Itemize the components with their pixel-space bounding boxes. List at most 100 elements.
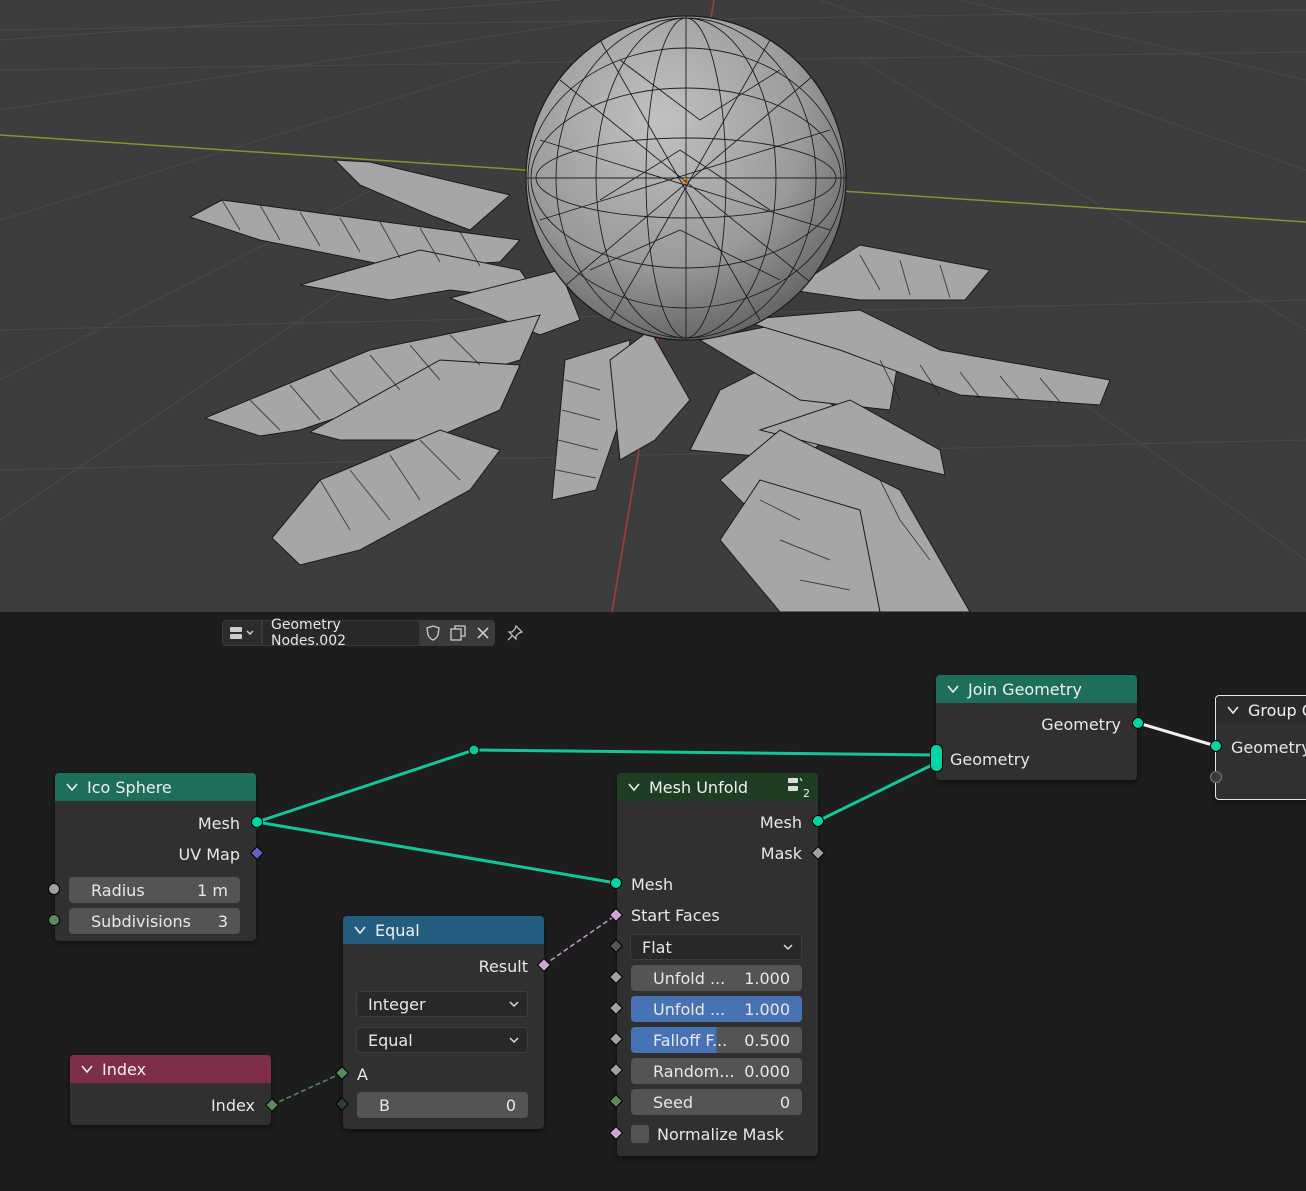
chevron-down-icon[interactable] (65, 780, 79, 794)
equal-result-label: Result (478, 956, 528, 976)
user-count: 2 (803, 787, 810, 800)
link-ico-to-join (256, 748, 937, 824)
radius-input-socket[interactable] (48, 883, 60, 895)
ico-sphere-node[interactable]: Ico Sphere Mesh UV Map Radius 1 m Subdiv… (55, 773, 256, 941)
method-value: Flat (642, 937, 672, 957)
falloff-field[interactable]: Falloff F... 0.500 (631, 1027, 802, 1053)
3d-viewport[interactable] (0, 0, 1306, 612)
uv-map-output-label: UV Map (178, 844, 240, 864)
unfold-field-2-value: 1.000 (744, 999, 790, 1019)
chevron-down-icon[interactable] (80, 1062, 94, 1076)
equal-node[interactable]: Equal Result Integer Equal A B 0 (343, 916, 544, 1129)
editor-type-button[interactable] (222, 620, 262, 646)
duplicate-icon (449, 625, 466, 641)
unfold-field-1-value: 1.000 (744, 968, 790, 988)
mesh-unfold-node[interactable]: Mesh Unfold 2 Mesh Mask Mesh Start Faces… (617, 773, 818, 1156)
equal-title: Equal (375, 920, 420, 940)
group-output-title: Group O (1248, 700, 1306, 720)
group-output-node[interactable]: Group O Geometry (1215, 695, 1306, 800)
ico-sphere-header[interactable]: Ico Sphere (55, 773, 256, 801)
join-geometry-header[interactable]: Join Geometry (936, 675, 1137, 703)
chevron-down-icon[interactable] (627, 780, 641, 794)
join-geometry-title: Join Geometry (968, 679, 1082, 699)
random-field-label: Random... (653, 1061, 735, 1081)
subdivisions-input-socket[interactable] (48, 914, 60, 926)
falloff-field-label: Falloff F... (653, 1030, 728, 1050)
subdivisions-value: 3 (217, 911, 228, 931)
unfold-field-2-label: Unfold ... (653, 999, 726, 1019)
link-equal-to-startfaces (543, 914, 617, 966)
index-title: Index (102, 1059, 147, 1079)
mesh-output-label: Mesh (197, 813, 240, 833)
unlink-button[interactable] (470, 620, 495, 646)
index-output-label: Index (210, 1095, 255, 1115)
node-tree-name-field[interactable]: Geometry Nodes.002 (262, 617, 420, 649)
join-geometry-multi-input-socket[interactable] (930, 744, 943, 772)
close-icon (476, 627, 489, 639)
mesh-unfold-mesh-input-socket[interactable] (610, 877, 622, 889)
join-geometry-output-socket[interactable] (1132, 717, 1144, 729)
pin-icon (507, 625, 523, 641)
radius-value: 1 m (197, 880, 228, 900)
normalize-mask-checkbox[interactable] (631, 1125, 649, 1143)
radius-field[interactable]: Radius 1 m (69, 877, 240, 903)
chevron-down-icon (509, 1001, 519, 1008)
equal-b-value: 0 (505, 1095, 516, 1115)
equal-header[interactable]: Equal (343, 916, 544, 944)
operation-value: Equal (368, 1030, 413, 1050)
normalize-mask-label: Normalize Mask (657, 1124, 784, 1144)
unfold-field-1[interactable]: Unfold ... 1.000 (631, 965, 802, 991)
index-header[interactable]: Index (70, 1055, 271, 1083)
mesh-unfold-mask-output-label: Mask (760, 843, 802, 863)
node-editor-header: Geometry Nodes.002 (222, 617, 527, 649)
link-join-to-output (1137, 721, 1217, 748)
seed-field[interactable]: Seed 0 (631, 1089, 802, 1115)
duplicate-button[interactable] (445, 620, 470, 646)
equal-b-field[interactable]: B 0 (357, 1092, 528, 1118)
pin-button[interactable] (503, 620, 527, 646)
link-index-to-a (271, 1072, 343, 1106)
seed-field-label: Seed (653, 1092, 693, 1112)
mesh-unfold-mesh-output-socket[interactable] (812, 815, 824, 827)
shield-icon (425, 625, 440, 641)
chevron-down-icon[interactable] (353, 923, 367, 937)
mesh-unfold-header[interactable]: Mesh Unfold 2 (617, 773, 818, 801)
join-geometry-node[interactable]: Join Geometry Geometry Geometry (936, 675, 1137, 780)
data-type-value: Integer (368, 994, 426, 1014)
group-output-empty-socket[interactable] (1210, 771, 1222, 783)
data-type-dropdown[interactable]: Integer (356, 991, 528, 1017)
chevron-down-icon (509, 1037, 519, 1044)
equal-a-label: A (357, 1064, 368, 1084)
index-node[interactable]: Index Index (70, 1055, 271, 1125)
mesh-unfold-mesh-input-label: Mesh (631, 874, 674, 894)
equal-b-label: B (379, 1095, 390, 1115)
random-field[interactable]: Random... 0.000 (631, 1058, 802, 1084)
operation-dropdown[interactable]: Equal (356, 1027, 528, 1053)
seed-field-value: 0 (779, 1092, 790, 1112)
unfold-field-2[interactable]: Unfold ... 1.000 (631, 996, 802, 1022)
node-group-users[interactable]: 2 (786, 776, 810, 800)
join-geometry-output-label: Geometry (1041, 714, 1121, 734)
group-output-header[interactable]: Group O (1216, 696, 1306, 724)
normalize-mask-row[interactable]: Normalize Mask (631, 1122, 784, 1146)
link-ico-to-unfold (256, 820, 617, 885)
mesh-unfold-title: Mesh Unfold (649, 777, 749, 797)
chevron-down-icon[interactable] (946, 682, 960, 696)
chevron-down-icon[interactable] (1226, 703, 1240, 717)
subdivisions-field[interactable]: Subdivisions 3 (69, 908, 240, 934)
group-output-input-label: Geometry (1231, 737, 1306, 757)
reroute-dot (468, 744, 480, 756)
node-editor[interactable]: Geometry Nodes.002 Ico Sphere Mesh UV Ma… (0, 613, 1306, 1191)
ico-sphere-mesh-socket[interactable] (251, 816, 263, 828)
viewport-canvas (0, 0, 1306, 612)
ico-sphere-title: Ico Sphere (87, 777, 172, 797)
link-unfold-to-join (817, 761, 937, 823)
group-output-geometry-socket[interactable] (1210, 740, 1222, 752)
subdivisions-label: Subdivisions (91, 911, 192, 931)
chevron-down-icon (783, 944, 793, 951)
method-dropdown[interactable]: Flat (630, 934, 802, 960)
node-tree-icon (230, 627, 254, 639)
fake-user-button[interactable] (420, 620, 445, 646)
mesh-unfold-mesh-output-label: Mesh (759, 812, 802, 832)
unfold-field-1-label: Unfold ... (653, 968, 726, 988)
